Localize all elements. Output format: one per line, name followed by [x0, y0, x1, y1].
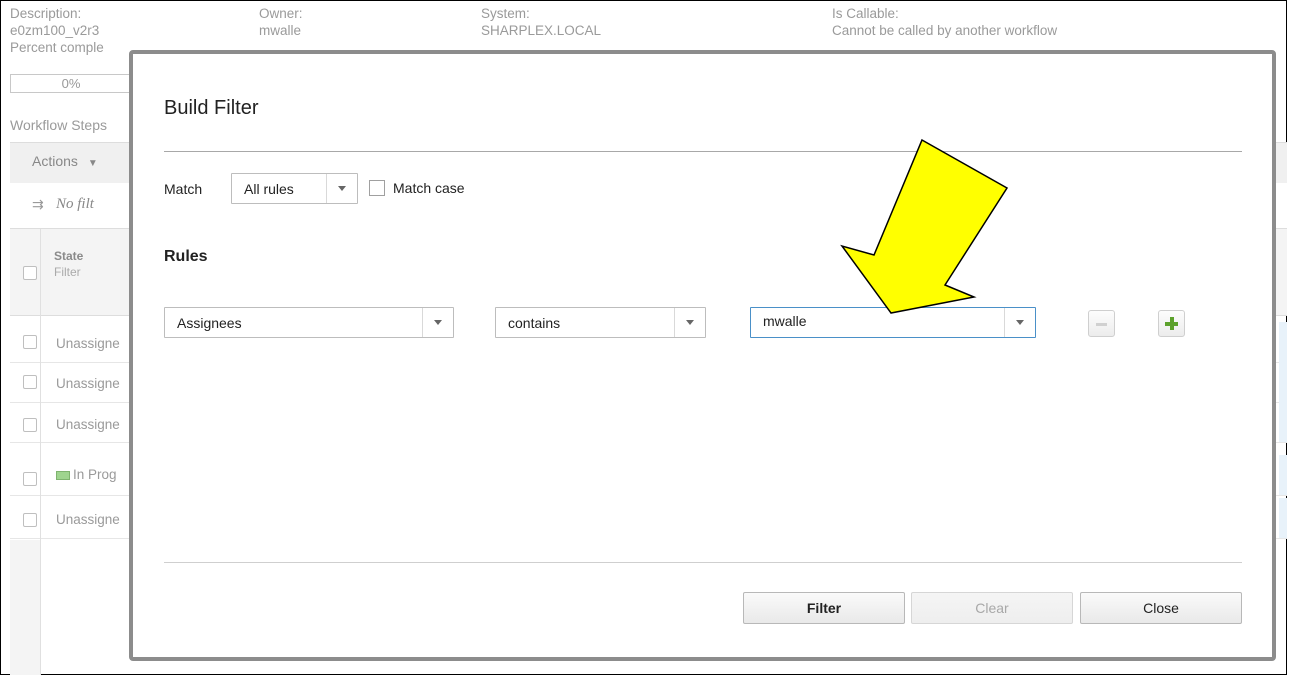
rule-operator-value: contains [508, 315, 561, 331]
state-column-filter[interactable]: Filter [54, 265, 81, 279]
rule-value-input[interactable]: mwalle [763, 313, 807, 329]
chevron-down-icon [1016, 320, 1024, 325]
description-label: Description: [10, 6, 82, 21]
select-all-checkbox[interactable] [23, 266, 37, 280]
row-checkbox[interactable] [23, 335, 37, 349]
rule-field-value: Assignees [177, 315, 242, 331]
callable-value: Cannot be called by another workflow [832, 23, 1058, 38]
filter-button[interactable]: Filter [743, 592, 905, 624]
system-label: System: [481, 6, 530, 21]
match-case-checkbox[interactable] [369, 180, 385, 196]
chevron-down-icon [686, 320, 694, 325]
actions-menu-button[interactable]: Actions ▼ [32, 153, 98, 169]
workflow-steps-label: Workflow Steps [10, 117, 107, 133]
owner-label: Owner: [259, 6, 303, 21]
percent-complete-value: 0% [61, 76, 81, 91]
rule-operator-dropdown-toggle[interactable] [674, 308, 705, 337]
remove-rule-button[interactable] [1088, 310, 1115, 337]
system-value: SHARPLEX.LOCAL [481, 23, 602, 38]
row-state: Unassigne [56, 336, 120, 351]
table-gutter [10, 540, 40, 675]
row-checkbox[interactable] [23, 513, 37, 527]
minus-icon [1096, 323, 1107, 326]
row-state-in-progress: In Prog [56, 467, 117, 482]
row-checkbox[interactable] [23, 375, 37, 389]
rules-heading: Rules [164, 248, 208, 265]
column-divider [40, 229, 41, 675]
rule-value-dropdown-toggle[interactable] [1004, 308, 1035, 337]
chevron-down-icon: ▼ [87, 158, 98, 169]
chevron-down-icon [434, 320, 442, 325]
clear-button[interactable]: Clear [911, 592, 1073, 624]
chevron-down-icon [338, 186, 346, 191]
dialog-title: Build Filter [164, 97, 259, 119]
in-progress-icon [56, 470, 70, 480]
row-state: In Prog [73, 467, 117, 482]
close-button[interactable]: Close [1080, 592, 1242, 624]
row-state: Unassigne [56, 512, 120, 527]
row-state: Unassigne [56, 376, 120, 391]
match-label: Match [164, 181, 203, 197]
owner-value: mwalle [259, 23, 302, 38]
actions-label: Actions [32, 153, 78, 169]
match-case-label[interactable]: Match case [393, 180, 465, 196]
callable-label: Is Callable: [832, 6, 899, 21]
percent-complete-bar: 0% [10, 74, 132, 93]
row-checkbox[interactable] [23, 418, 37, 432]
rule-value-combobox[interactable]: mwalle [750, 307, 1036, 338]
divider [164, 562, 1242, 563]
row-state: Unassigne [56, 417, 120, 432]
no-filter-label[interactable]: No filt [56, 196, 94, 213]
rule-field-select[interactable]: Assignees [164, 307, 454, 338]
rule-operator-select[interactable]: contains [495, 307, 706, 338]
row-checkbox[interactable] [23, 472, 37, 486]
filter-icon[interactable]: ⇉ [32, 196, 44, 213]
description-value: e0zm100_v2r3 [10, 23, 100, 38]
match-mode-select[interactable]: All rules [231, 173, 358, 204]
match-mode-dropdown-toggle[interactable] [326, 174, 357, 203]
build-filter-dialog: Build Filter Match All rules Match case … [129, 50, 1276, 661]
state-column-header[interactable]: State [54, 249, 83, 263]
add-rule-button[interactable] [1158, 310, 1185, 337]
divider [164, 151, 1242, 152]
percent-complete-label: Percent comple [10, 40, 104, 55]
rule-field-dropdown-toggle[interactable] [422, 308, 453, 337]
match-mode-value: All rules [244, 181, 294, 197]
